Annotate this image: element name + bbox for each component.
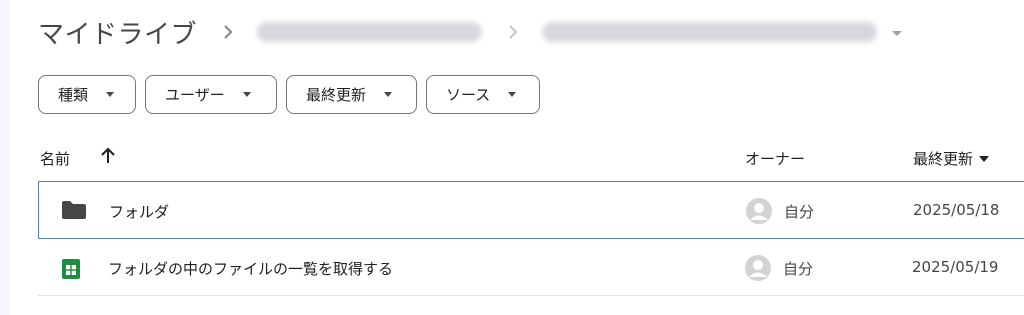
breadcrumb-item-redacted[interactable] [257, 22, 483, 42]
filter-user-button[interactable]: ユーザー [145, 75, 277, 114]
avatar-icon [745, 197, 773, 229]
left-sidebar-edge [0, 0, 10, 315]
filter-label: ユーザー [165, 86, 225, 104]
chevron-right-icon [508, 25, 518, 39]
file-list-header: 名前 オーナー 最終更新 [38, 140, 1024, 176]
caret-down-icon [242, 92, 251, 97]
chevron-right-icon [223, 25, 233, 39]
table-row[interactable]: フォルダ 自分 2025/05/18 [38, 181, 1024, 239]
owner-label: 自分 [784, 203, 815, 221]
file-name[interactable]: フォルダの中のファイルの一覧を取得する [108, 258, 393, 279]
file-name[interactable]: フォルダ [109, 201, 169, 222]
column-header-owner[interactable]: オーナー [745, 148, 805, 169]
filter-chips: 種類 ユーザー 最終更新 ソース [38, 75, 540, 114]
caret-down-icon [106, 92, 115, 97]
modified-date: 2025/05/18 [913, 201, 1000, 219]
filter-type-button[interactable]: 種類 [38, 75, 136, 114]
filter-modified-button[interactable]: 最終更新 [286, 75, 417, 114]
chevron-down-icon[interactable] [891, 23, 903, 42]
avatar-icon [744, 254, 772, 286]
column-header-name[interactable]: 名前 [40, 148, 70, 169]
caret-down-icon [508, 92, 517, 97]
folder-icon [61, 200, 87, 224]
owner-label: 自分 [783, 260, 814, 278]
breadcrumb-root[interactable]: マイドライブ [38, 14, 197, 51]
filter-label: 種類 [58, 86, 89, 104]
caret-down-icon [979, 155, 990, 162]
filter-label: 最終更新 [306, 86, 367, 104]
breadcrumb-item-redacted[interactable] [542, 22, 878, 42]
column-header-modified[interactable]: 最終更新 [913, 148, 990, 169]
table-row[interactable]: フォルダの中のファイルの一覧を取得する 自分 2025/05/19 [38, 240, 1024, 296]
modified-date: 2025/05/19 [912, 258, 999, 276]
filter-source-button[interactable]: ソース [426, 75, 540, 114]
column-header-modified-label: 最終更新 [913, 150, 974, 168]
breadcrumb: マイドライブ [38, 12, 903, 52]
filter-label: ソース [446, 86, 491, 104]
arrow-up-icon[interactable] [100, 147, 116, 169]
caret-down-icon [384, 92, 393, 97]
google-sheets-icon [60, 258, 82, 284]
